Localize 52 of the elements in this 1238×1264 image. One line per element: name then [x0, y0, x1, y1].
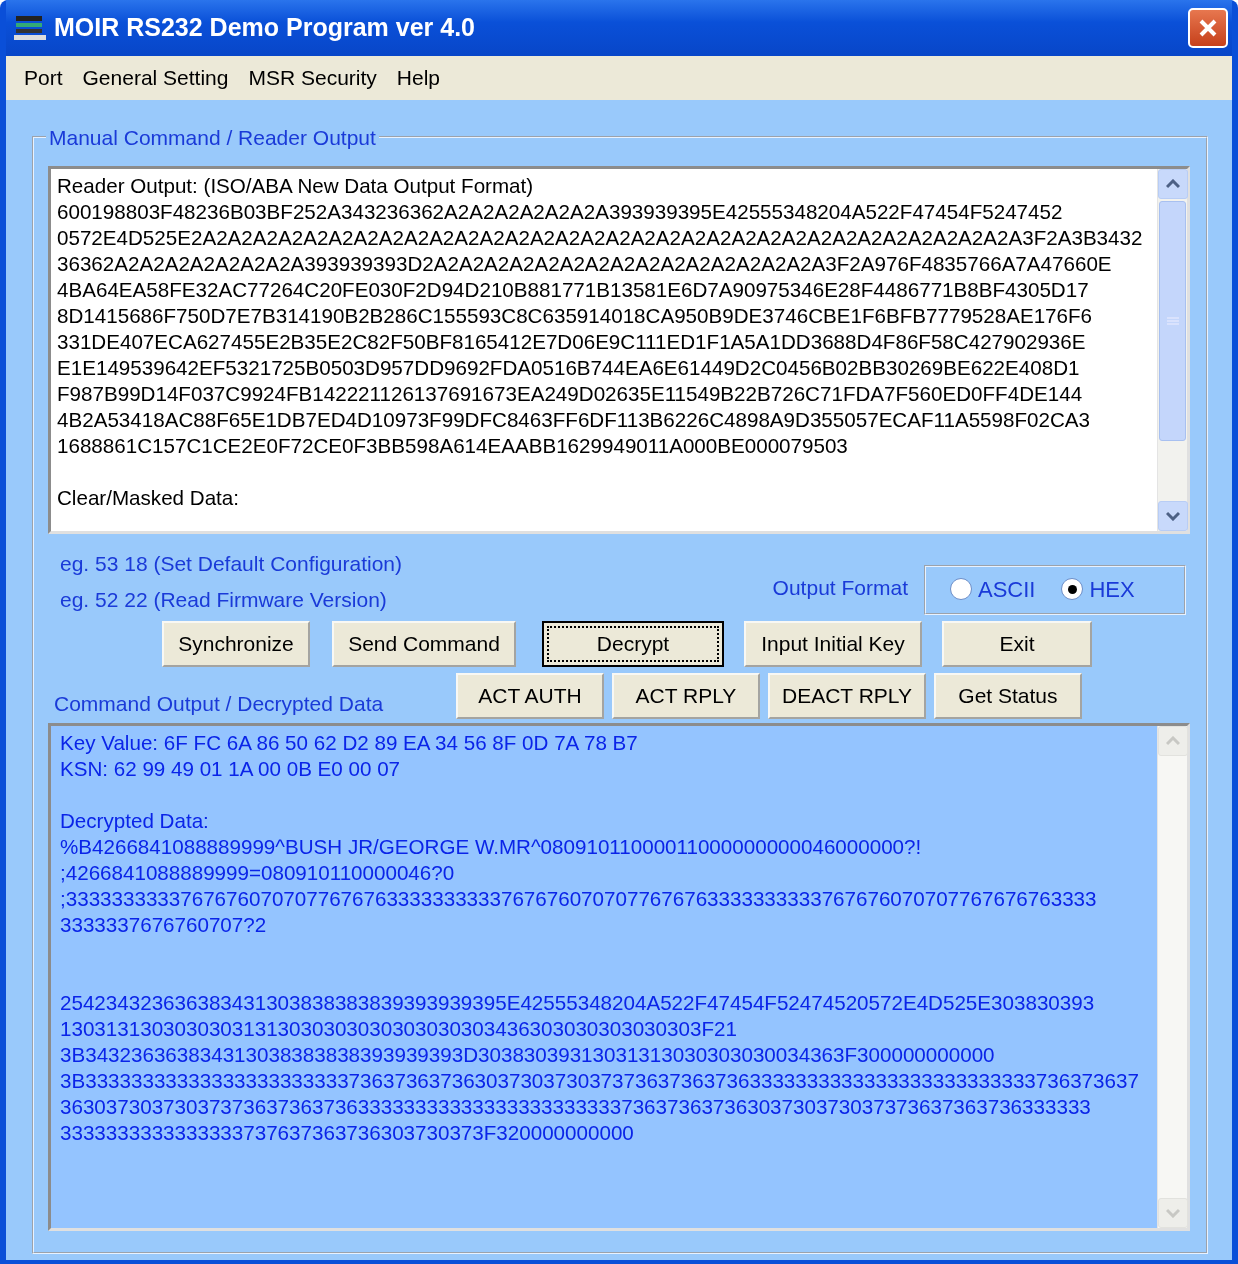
- output-line: 4B2A53418AC88F65E1DB7ED4D10973F99DFC8463FF6DF113B6226C4898A9D355057ECAF11A5598F02CA3: [57, 407, 1092, 433]
- output-line: 13031313030303031313030303030303030303436303030303030303F21: [60, 1016, 738, 1042]
- output-line: 1688861C157C1CE2E0F72CE0F3BB598A614EAABB1629949011A000BE000079503: [57, 433, 849, 459]
- example-text: eg. 53 18 (Set Default Configuration): [60, 551, 403, 577]
- command-button[interactable]: Get Status: [933, 673, 1082, 719]
- menu-item[interactable]: General Setting: [74, 62, 237, 94]
- output-line: 331DE407ECA627455E2B35E2C82F50BF8165412E7D06E9C111ED1F1A5A1DD3688D4F86F58C427902936E: [57, 329, 1087, 355]
- scroll-down-icon[interactable]: [1158, 501, 1188, 531]
- output-line: Reader Output: (ISO/ABA New Data Output Format): [57, 173, 535, 199]
- menu-item[interactable]: Help: [388, 62, 448, 94]
- masked-data-label: Clear/Masked Data:: [57, 485, 240, 511]
- output-format-label: Output Format: [772, 574, 908, 601]
- output-line: 36362A2A2A2A2A2A2A2A393939393D2A2A2A2A2A2A2A2A2A2A2A2A2A2A2A2A3F2A976F4835766A7A47660E: [57, 251, 1113, 277]
- output-line: 3333333333333333737637363736303730373F320000000000: [60, 1120, 635, 1146]
- output-line: E1E149539642EF5321725B0503D957DD9692FDA0516B744EA6E61449D2C0456B02BB30269BE622E408D1: [57, 355, 1081, 381]
- command-button[interactable]: Synchronize: [162, 621, 310, 667]
- radio-option[interactable]: HEX: [1061, 572, 1135, 606]
- output-line: 3B33333333333333333333333736373637363037303730373736373637363333333333333333333333333736373637: [60, 1068, 1140, 1094]
- output-line: Key Value: 6F FC 6A 86 50 62 D2 89 EA 34 56 8F 0D 7A 78 B7: [60, 730, 639, 756]
- output-line: 4BA64EA58FE32AC77264C20FE030F2D94D210B881771B13581E6D7A90975346E28F4486771B8BF4305D17: [57, 277, 1090, 303]
- example-text: eg. 52 22 (Read Firmware Version): [60, 586, 388, 613]
- output-line: F987B99D14F037C9924FB142221126137691673EA249D02635E11549B22B726C71FDA7F560ED0FF4DE144: [57, 381, 1084, 407]
- radio-option[interactable]: ASCII: [950, 572, 1036, 606]
- scroll-thumb[interactable]: [1159, 201, 1186, 441]
- output-line: ;4266841088889999=080910110000046?0: [60, 860, 456, 886]
- command-button[interactable]: ACT AUTH: [456, 673, 604, 719]
- output-line: 254234323636383431303838383839393939395E42555348204A522F47454F52474520572E4D525E303830393: [60, 990, 1096, 1016]
- menu-item[interactable]: Port: [16, 62, 71, 94]
- computer-icon: [14, 14, 46, 42]
- output-line: 3B343236363834313038383838393939393D30383039313031313030303030034363F300000000000: [60, 1042, 996, 1068]
- output-line: KSN: 62 99 49 01 1A 00 0B E0 00 07: [60, 756, 402, 782]
- menu-item[interactable]: MSR Security: [240, 62, 385, 94]
- window-title: MOIR RS232 Demo Program ver 4.0: [54, 12, 475, 44]
- scrollbar[interactable]: [1157, 169, 1187, 531]
- output-line: 0572E4D525E2A2A2A2A2A2A2A2A2A2A2A2A2A2A2A2A2A2A2A2A2A2A2A2A2A2A2A2A2A2A2A2A2A3F2A3B3432: [57, 225, 1144, 251]
- command-button[interactable]: Decrypt: [542, 621, 724, 667]
- command-button[interactable]: DEACT RPLY: [768, 673, 926, 719]
- output-line: Decrypted Data:: [60, 808, 210, 834]
- command-button[interactable]: ACT RPLY: [612, 673, 760, 719]
- close-button[interactable]: [1188, 8, 1228, 48]
- command-button[interactable]: Exit: [942, 621, 1092, 667]
- scroll-up-icon[interactable]: [1158, 169, 1188, 199]
- output-line: ;333333333376767607070776767633333333337676760707077676763333333333767676070707767676763333: [60, 886, 1098, 912]
- command-button[interactable]: Input Initial Key: [744, 621, 922, 667]
- output-line: 600198803F48236B03BF252A343236362A2A2A2A2A2A2A393939395E42555348204A522F47454F5247452: [57, 199, 1064, 225]
- output-line: 8D1415686F750D7E7B314190B2B286C155593C8C635914018CA950B9DE3746CBE1F6BFB7779528AE176F6: [57, 303, 1094, 329]
- command-button[interactable]: Send Command: [332, 621, 516, 667]
- command-output-label: Command Output / Decrypted Data: [53, 690, 385, 717]
- output-line: 3333337676760707?2: [60, 912, 268, 938]
- output-line: 363037303730373736373637363333333333333333333333373637363736303730373037373637363736333333: [60, 1094, 1092, 1120]
- close-icon: [1197, 17, 1219, 39]
- output-line: %B4266841088889999^BUSH JR/GEORGE W.MR^08091011000011000000000046000000?!: [60, 834, 923, 860]
